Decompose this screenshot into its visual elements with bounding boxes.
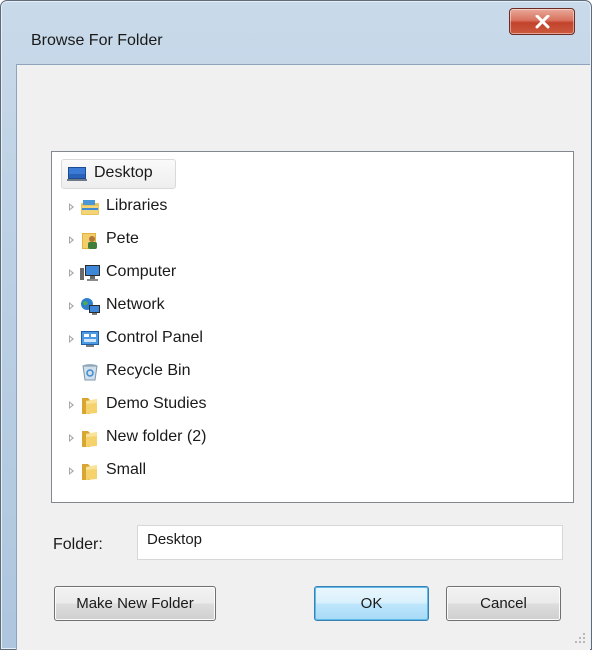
expand-arrow-icon[interactable] bbox=[69, 203, 74, 211]
tree-item-label: Small bbox=[106, 461, 147, 478]
expand-arrow-icon[interactable] bbox=[69, 302, 74, 310]
tree-item-label: Pete bbox=[106, 230, 139, 247]
tree-item-small[interactable]: Small bbox=[52, 455, 573, 488]
folder-icon bbox=[82, 431, 97, 447]
tree-item-label: Network bbox=[106, 296, 165, 313]
resize-grip-icon[interactable] bbox=[574, 632, 586, 644]
title-bar[interactable]: Browse For Folder bbox=[1, 1, 591, 49]
tree-item-label: Control Panel bbox=[106, 329, 203, 346]
folder-icon bbox=[82, 398, 97, 414]
tree-item-recycle-bin[interactable]: Recycle Bin bbox=[52, 356, 573, 389]
folder-tree[interactable]: Desktop Libraries Pete Computer Network … bbox=[51, 151, 574, 503]
tree-item-label: Desktop bbox=[94, 164, 153, 181]
ok-button[interactable]: OK bbox=[314, 586, 429, 621]
tree-item-pete[interactable]: Pete bbox=[52, 224, 573, 257]
control-panel-icon bbox=[81, 331, 99, 347]
expand-arrow-icon[interactable] bbox=[69, 236, 74, 244]
close-button[interactable] bbox=[509, 8, 575, 35]
tree-item-computer[interactable]: Computer bbox=[52, 257, 573, 290]
make-new-folder-button[interactable]: Make New Folder bbox=[54, 586, 216, 621]
user-folder-icon bbox=[82, 233, 97, 249]
dialog-title: Browse For Folder bbox=[31, 32, 163, 49]
close-icon bbox=[535, 15, 550, 29]
desktop-icon bbox=[67, 167, 87, 181]
expand-arrow-icon[interactable] bbox=[69, 335, 74, 343]
tree-item-control-panel[interactable]: Control Panel bbox=[52, 323, 573, 356]
expand-arrow-icon[interactable] bbox=[69, 467, 74, 475]
libraries-icon bbox=[81, 200, 99, 215]
cancel-button[interactable]: Cancel bbox=[446, 586, 561, 621]
folder-label: Folder: bbox=[53, 536, 103, 553]
tree-item-label: New folder (2) bbox=[106, 428, 207, 445]
computer-icon bbox=[80, 265, 100, 281]
tree-item-label: Recycle Bin bbox=[106, 362, 191, 379]
expand-arrow-icon[interactable] bbox=[69, 269, 74, 277]
tree-item-label: Demo Studies bbox=[106, 395, 207, 412]
tree-item-desktop[interactable]: Desktop bbox=[52, 158, 573, 191]
folder-name-field[interactable]: Desktop bbox=[137, 525, 563, 560]
tree-item-network[interactable]: Network bbox=[52, 290, 573, 323]
network-icon bbox=[81, 298, 100, 315]
tree-item-demo-studies[interactable]: Demo Studies bbox=[52, 389, 573, 422]
tree-item-label: Libraries bbox=[106, 197, 168, 214]
tree-item-libraries[interactable]: Libraries bbox=[52, 191, 573, 224]
expand-arrow-icon[interactable] bbox=[69, 401, 74, 409]
folder-icon bbox=[82, 464, 97, 480]
recycle-bin-icon bbox=[82, 364, 98, 381]
expand-arrow-icon[interactable] bbox=[69, 434, 74, 442]
tree-item-label: Computer bbox=[106, 263, 177, 280]
tree-item-new-folder-2[interactable]: New folder (2) bbox=[52, 422, 573, 455]
